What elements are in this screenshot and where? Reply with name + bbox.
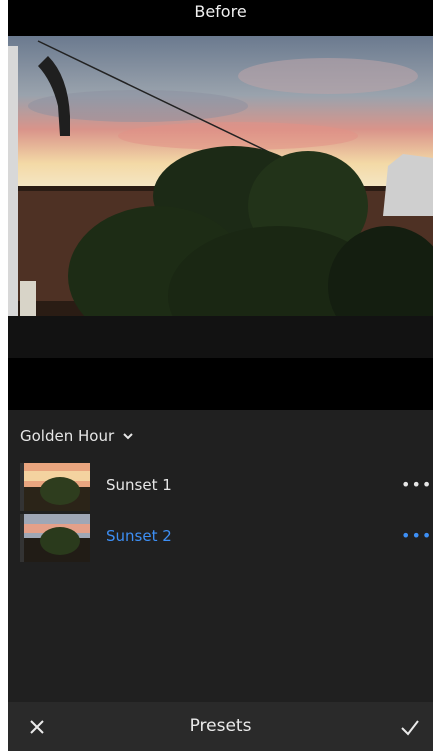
photo-preview[interactable]	[8, 36, 433, 358]
bottom-bar: Presets	[8, 702, 433, 751]
chevron-down-icon	[123, 433, 133, 440]
preset-label: Sunset 2	[106, 527, 172, 545]
preset-item-sunset-1[interactable]: Sunset 1 •••	[8, 463, 433, 511]
presets-panel: Golden Hour Sunset 1 ••• Sunset 2 •••	[8, 410, 433, 751]
more-options-icon[interactable]: •••	[401, 526, 431, 545]
preset-label: Sunset 1	[106, 476, 172, 494]
more-options-icon[interactable]: •••	[401, 475, 431, 494]
preset-group-name: Golden Hour	[20, 427, 115, 445]
photo-image	[8, 36, 433, 358]
check-icon[interactable]	[397, 714, 423, 740]
preset-thumbnail	[20, 514, 90, 562]
preset-group-selector[interactable]: Golden Hour	[20, 427, 134, 445]
preset-thumbnail	[20, 463, 90, 511]
before-label: Before	[194, 2, 247, 21]
presets-title: Presets	[189, 716, 252, 736]
app-screen: Before Golden Hour Sunset 1 ••• Sunset 2…	[8, 0, 433, 751]
preset-item-sunset-2[interactable]: Sunset 2 •••	[8, 514, 433, 562]
